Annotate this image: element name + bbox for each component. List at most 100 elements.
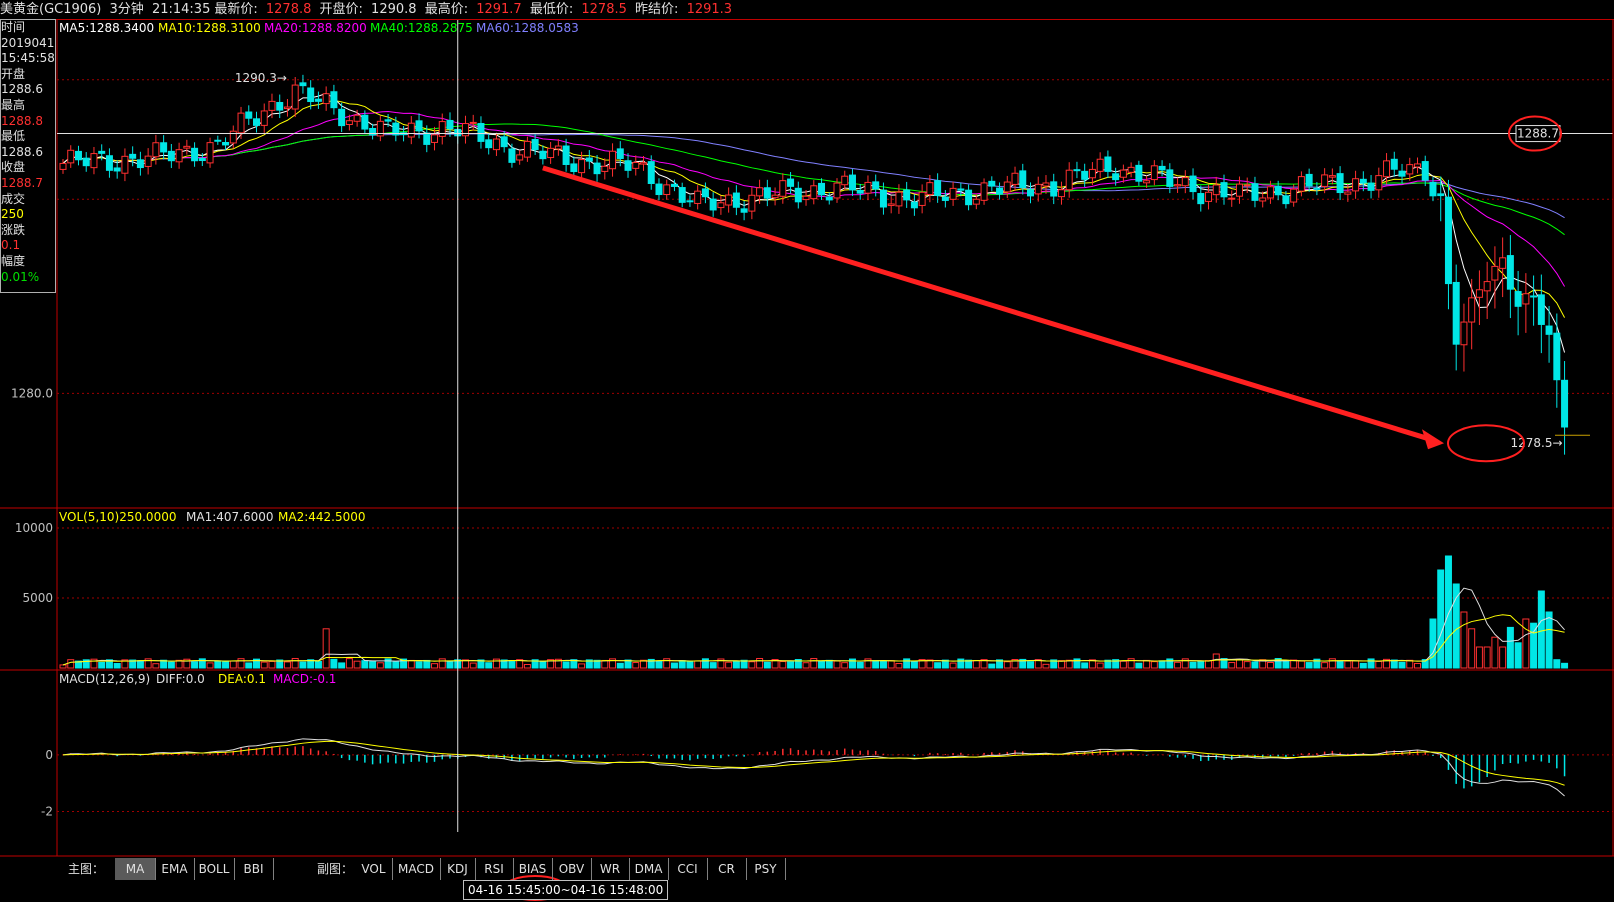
- tab-bias[interactable]: BIAS: [513, 858, 553, 880]
- tab-ema[interactable]: EMA: [155, 858, 195, 880]
- candle-body: [810, 185, 818, 200]
- tab-cci[interactable]: CCI: [668, 858, 708, 880]
- volume-bar: [1375, 660, 1383, 669]
- volume-bar: [508, 660, 516, 669]
- volume-bar: [632, 662, 640, 669]
- candle-body: [152, 142, 160, 158]
- volume-bar: [1514, 642, 1522, 669]
- volume-bar: [431, 663, 439, 669]
- volume-bar: [1297, 660, 1305, 669]
- candle-body: [229, 130, 237, 144]
- tab-wr[interactable]: WR: [591, 858, 630, 880]
- candle-body: [90, 153, 98, 169]
- tab-boll[interactable]: BOLL: [194, 858, 235, 880]
- candle-body: [872, 181, 880, 190]
- candle-body: [291, 84, 299, 110]
- tab-ma[interactable]: MA: [115, 858, 156, 880]
- candle-body: [763, 187, 771, 199]
- volume-bar: [1321, 662, 1329, 669]
- candle-body: [469, 121, 477, 124]
- tab-bbi[interactable]: BBI: [234, 858, 274, 880]
- candle-body: [98, 150, 106, 154]
- volume-bar: [113, 663, 121, 669]
- volume-bar: [1282, 661, 1290, 669]
- volume-bar: [1251, 661, 1259, 669]
- volume-bar: [879, 660, 887, 669]
- candle-body: [1057, 189, 1065, 198]
- candle-body: [539, 150, 547, 160]
- time-value: 15:45:58: [1, 51, 55, 66]
- macd-legend-item: DEA:0.1: [218, 672, 266, 686]
- volume-bar: [988, 663, 996, 669]
- high-value: 1291.7: [476, 2, 522, 17]
- volume-bar: [237, 658, 245, 669]
- volume-bar: [910, 660, 918, 669]
- volume-bar: [725, 661, 733, 669]
- volume-bar: [1305, 662, 1313, 669]
- volume-bar: [260, 661, 268, 669]
- candle-body: [1073, 169, 1081, 172]
- volume-bar: [361, 660, 369, 669]
- candle-body: [1460, 321, 1468, 346]
- volume-bar: [283, 661, 291, 669]
- candle-body: [1367, 182, 1375, 191]
- candle-body: [655, 183, 663, 196]
- volume-bar: [1235, 658, 1243, 669]
- candle-body: [299, 82, 307, 87]
- volume-bar: [1266, 662, 1274, 669]
- candle-body: [191, 147, 199, 162]
- volume-bar: [578, 663, 586, 669]
- tab-rsi[interactable]: RSI: [475, 858, 514, 880]
- candle-body: [1166, 169, 1174, 187]
- volume-bar: [1135, 662, 1143, 669]
- candle-body: [1181, 177, 1189, 187]
- date-value: 20190416: [1, 35, 56, 50]
- candle-body: [663, 184, 671, 196]
- candle-body: [415, 120, 423, 132]
- tab-cr[interactable]: CR: [707, 858, 747, 880]
- candle-body: [1321, 174, 1329, 187]
- volume-bar: [229, 660, 237, 669]
- volume-bar: [299, 661, 307, 669]
- tab-vol[interactable]: VOL: [355, 858, 393, 880]
- candle-body: [492, 138, 500, 151]
- tab-psy[interactable]: PSY: [746, 858, 786, 880]
- tab-dma[interactable]: DMA: [629, 858, 669, 880]
- bar-info-panel: 时间 20190416 15:45:58 开盘 1288.6 最高 1288.8…: [0, 19, 56, 293]
- candle-body: [787, 178, 795, 187]
- candle-body: [1228, 197, 1236, 200]
- candle-body: [895, 191, 903, 207]
- tab-macd[interactable]: MACD: [392, 858, 441, 880]
- volume-bar: [1468, 628, 1476, 669]
- time-range-box: 04-16 15:45:00~04-16 15:48:00: [463, 880, 669, 900]
- candle-body: [1274, 185, 1282, 196]
- candle-body: [314, 98, 322, 102]
- candle-body: [477, 123, 485, 142]
- ma10-line: [62, 99, 1566, 318]
- amplitude-value: 0.01%: [1, 269, 40, 284]
- candle-body: [1545, 325, 1553, 335]
- candle-body: [1003, 181, 1011, 193]
- time-start: 04-16 15:45:00: [468, 883, 561, 897]
- volume-bar: [686, 660, 694, 669]
- candle-body: [1011, 172, 1019, 185]
- candle-body: [160, 142, 168, 153]
- clock: 21:14:35: [151, 2, 211, 17]
- candle-body: [1019, 170, 1027, 188]
- candle-body: [1290, 188, 1298, 203]
- volume-bar: [1522, 618, 1530, 669]
- volume-value: 250: [1, 207, 24, 222]
- candle-body: [709, 198, 717, 211]
- volume-bar: [655, 660, 663, 669]
- tab-obv[interactable]: OBV: [552, 858, 592, 880]
- candle-body: [307, 87, 315, 103]
- candle-body: [1483, 281, 1491, 292]
- open-label: 开盘: [1, 66, 26, 81]
- tab-kdj[interactable]: KDJ: [440, 858, 476, 880]
- candle-body: [864, 181, 872, 194]
- time-label: 时间: [1, 20, 26, 34]
- candle-body: [276, 101, 284, 111]
- volume-bar: [1158, 660, 1166, 669]
- candle-body: [531, 138, 539, 151]
- candle-body: [1468, 297, 1476, 323]
